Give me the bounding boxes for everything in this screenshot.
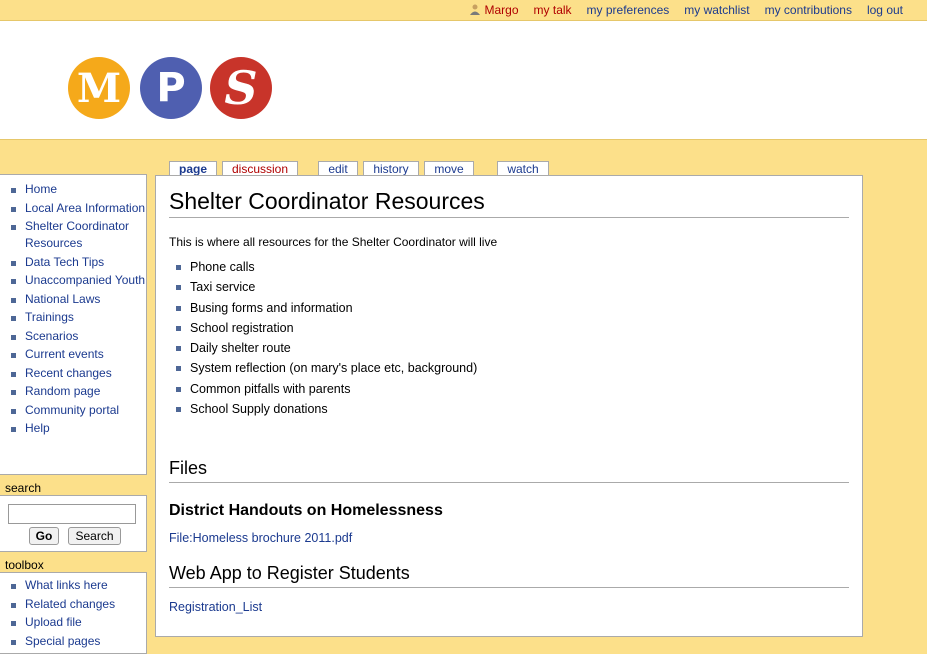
nav-scenarios[interactable]: Scenarios [25, 329, 78, 343]
tab-history[interactable]: history [363, 161, 419, 176]
search-label: search [5, 481, 42, 495]
registration-list-link[interactable]: Registration_List [169, 600, 262, 614]
list-item: School registration [174, 320, 477, 340]
nav-community-portal[interactable]: Community portal [25, 403, 119, 417]
list-item: School Supply donations [174, 401, 477, 421]
logo-s[interactable]: S [210, 57, 272, 119]
homeless-brochure-link[interactable]: File:Homeless brochure 2011.pdf [169, 531, 352, 545]
nav-recent-changes[interactable]: Recent changes [25, 366, 112, 380]
my-talk-link[interactable]: my talk [534, 3, 572, 17]
files-heading: Files [169, 458, 849, 483]
resource-list: Phone calls Taxi service Busing forms an… [174, 259, 477, 421]
tab-discussion[interactable]: discussion [222, 161, 298, 176]
toolbox-special-pages[interactable]: Special pages [25, 634, 100, 648]
nav-shelter-coordinator-resources[interactable]: Shelter Coordinator Resources [25, 219, 129, 250]
site-header: M P S [0, 20, 927, 140]
personal-toolbar: Margo my talk my preferences my watchlis… [0, 0, 927, 20]
my-contributions-link[interactable]: my contributions [765, 3, 852, 17]
toolbox-label: toolbox [5, 558, 44, 572]
user-name[interactable]: Margo [485, 3, 519, 17]
search-button[interactable]: Search [68, 527, 121, 545]
list-item: Busing forms and information [174, 300, 477, 320]
search-portlet: Go Search [0, 495, 147, 552]
toolbox-portlet: What links here Related changes Upload f… [0, 572, 147, 654]
toolbox-upload-file[interactable]: Upload file [25, 615, 82, 629]
log-out-link[interactable]: log out [867, 3, 903, 17]
search-input[interactable] [8, 504, 136, 524]
nav-data-tech-tips[interactable]: Data Tech Tips [25, 255, 104, 269]
list-item: Daily shelter route [174, 340, 477, 360]
tab-move[interactable]: move [424, 161, 474, 176]
page-title: Shelter Coordinator Resources [169, 186, 849, 218]
list-item: Common pitfalls with parents [174, 381, 477, 401]
intro-text: This is where all resources for the Shel… [169, 235, 498, 249]
nav-current-events[interactable]: Current events [25, 347, 104, 361]
nav-help[interactable]: Help [25, 421, 50, 435]
user-icon [469, 4, 480, 15]
list-item: Phone calls [174, 259, 477, 279]
go-button[interactable]: Go [29, 527, 59, 545]
tab-watch[interactable]: watch [497, 161, 549, 176]
my-watchlist-link[interactable]: my watchlist [684, 3, 749, 17]
toolbox-related-changes[interactable]: Related changes [25, 597, 115, 611]
nav-random-page[interactable]: Random page [25, 384, 100, 398]
nav-national-laws[interactable]: National Laws [25, 292, 100, 306]
nav-unaccompanied-youth[interactable]: Unaccompanied Youth [25, 273, 145, 287]
logo-p[interactable]: P [140, 57, 202, 119]
nav-home[interactable]: Home [25, 182, 57, 196]
navigation-portlet: Home Local Area Information Shelter Coor… [0, 174, 147, 475]
nav-local-area-information[interactable]: Local Area Information [25, 201, 145, 215]
web-app-heading: Web App to Register Students [169, 563, 849, 588]
district-handouts-heading: District Handouts on Homelessness [169, 502, 443, 519]
user-link[interactable]: Margo [469, 3, 519, 17]
list-item: System reflection (on mary's place etc, … [174, 360, 477, 380]
list-item: Taxi service [174, 279, 477, 299]
toolbox-what-links-here[interactable]: What links here [25, 578, 108, 592]
logo-m[interactable]: M [68, 57, 130, 119]
main-content: Shelter Coordinator Resources This is wh… [155, 175, 863, 637]
tab-edit[interactable]: edit [318, 161, 358, 176]
my-preferences-link[interactable]: my preferences [587, 3, 670, 17]
nav-trainings[interactable]: Trainings [25, 310, 74, 324]
